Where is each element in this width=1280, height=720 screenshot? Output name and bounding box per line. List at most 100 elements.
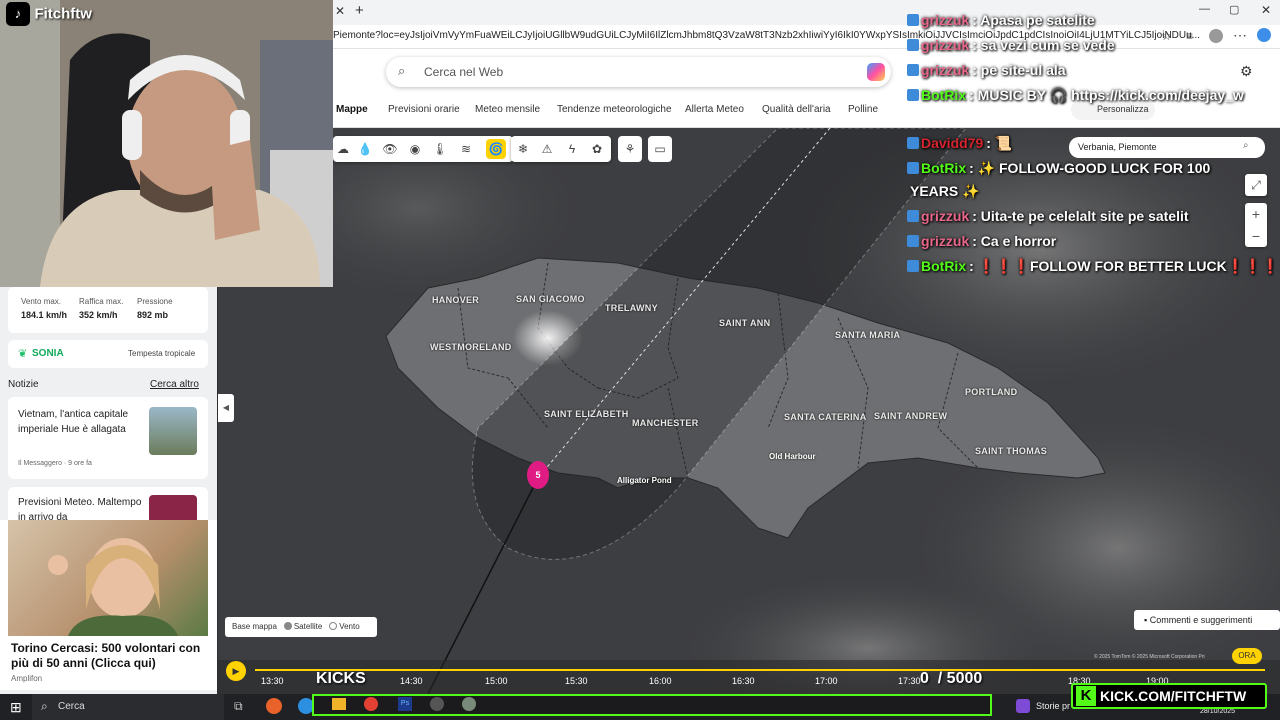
hurricane-icon[interactable]: 5	[527, 461, 549, 489]
close-window-icon[interactable]: ✕	[1261, 3, 1271, 17]
location-text: Verbania, Piemonte	[1078, 142, 1157, 152]
folder-icon[interactable]	[332, 698, 346, 710]
task-view-icon[interactable]: ⧉	[234, 699, 243, 714]
time-tick[interactable]: 15:00	[485, 676, 508, 686]
storm-name-card[interactable]: ❦ SONIA Tempesta tropicale	[8, 340, 208, 368]
time-tick[interactable]: 16:00	[649, 676, 672, 686]
snow-icon[interactable]: ❄	[513, 139, 533, 159]
user-badge-icon	[907, 162, 919, 174]
user-badge-icon	[907, 89, 919, 101]
location-search-icon[interactable]: ⌕	[1243, 140, 1249, 151]
tab-tendenze[interactable]: Tendenze meteorologiche	[557, 104, 672, 115]
tab-qualita-aria[interactable]: Qualità dell'aria	[762, 104, 831, 115]
tab-mappe[interactable]: Mappe	[336, 104, 368, 115]
comment-icon: ▭	[654, 142, 666, 156]
windows-start-icon[interactable]: ⊞	[10, 699, 22, 716]
time-tick[interactable]: 16:30	[732, 676, 755, 686]
radio-off-icon[interactable]	[328, 622, 337, 630]
tab-previsioni-orarie[interactable]: Previsioni orarie	[388, 104, 460, 115]
user-badge-icon	[907, 14, 919, 26]
pollen-icon[interactable]: ✿	[587, 139, 607, 159]
zoom-in-button[interactable]: +	[1245, 203, 1267, 225]
tab-allerta-meteo[interactable]: Allerta Meteo	[685, 104, 744, 115]
chat-username[interactable]: grizzuk	[921, 12, 969, 28]
zoom-out-button[interactable]: −	[1245, 225, 1267, 247]
time-tick[interactable]: 17:00	[815, 676, 838, 686]
news-widget-icon[interactable]	[1016, 699, 1030, 713]
chat-username[interactable]: BotRix	[921, 87, 966, 103]
news-more-link[interactable]: Cerca altro	[150, 379, 199, 390]
more-options-icon[interactable]: ⋯	[1233, 27, 1247, 44]
settings-gear-icon[interactable]: ⚙	[1240, 63, 1253, 80]
cloud-icon[interactable]: ☁	[333, 139, 353, 159]
profile-avatar[interactable]	[1209, 29, 1223, 43]
app-icon[interactable]	[462, 697, 476, 711]
alert-icon[interactable]: ⚠	[537, 139, 557, 159]
close-tab-icon[interactable]: ✕	[335, 4, 345, 18]
parish-label: TRELAWNY	[605, 303, 658, 313]
favorites-icon[interactable]: ≡	[1186, 29, 1193, 43]
chat-username[interactable]: Davidd79	[921, 135, 983, 151]
photoshop-icon[interactable]: Ps	[398, 697, 412, 711]
firefox-icon[interactable]	[266, 698, 282, 714]
copilot-icon[interactable]	[1257, 28, 1271, 42]
maximize-icon[interactable]: ▢	[1229, 3, 1239, 16]
minimize-icon[interactable]: —	[1199, 3, 1210, 15]
wind-icon[interactable]: ≋	[456, 139, 476, 159]
chat-username[interactable]: BotRix	[921, 160, 966, 176]
chrome-icon[interactable]	[364, 697, 378, 711]
time-tick[interactable]: 17:30	[898, 676, 921, 686]
chat-message: BotRix: MUSIC BY 🎧 https://kick.com/deej…	[907, 87, 1244, 104]
news-item[interactable]: Vietnam, l'antica capitale imperiale Hue…	[8, 397, 208, 479]
city-label: Alligator Pond	[617, 476, 672, 485]
time-tick[interactable]: 14:30	[400, 676, 423, 686]
user-badge-icon	[907, 39, 919, 51]
chat-username[interactable]: grizzuk	[921, 208, 969, 224]
satellite-option[interactable]: Satellite	[294, 622, 322, 631]
ora-button[interactable]: ORA	[1232, 648, 1262, 664]
search-input[interactable]: ⌕ Cerca nel Web	[386, 57, 891, 87]
fullscreen-icon[interactable]: ⤢	[1245, 174, 1267, 196]
chat-text: YEARS ✨	[910, 183, 980, 199]
chat-username[interactable]: grizzuk	[921, 233, 969, 249]
radio-on-icon[interactable]	[283, 622, 292, 630]
comment-button[interactable]: ▭	[648, 136, 672, 162]
storm-type: Tempesta tropicale	[128, 349, 196, 358]
obs-icon[interactable]	[430, 697, 444, 711]
panel-collapse-icon[interactable]: ◀	[218, 394, 234, 422]
visibility-icon[interactable]: 👁	[380, 139, 400, 159]
chat-username[interactable]: grizzuk	[921, 37, 969, 53]
webcam-feed	[0, 0, 333, 287]
pressure-icon[interactable]: ◉	[405, 139, 425, 159]
address-bar[interactable]: Piemonte?loc=eyJsIjoiVmVyYmFuaWEiLCJyIjo…	[333, 25, 1280, 49]
parish-label: HANOVER	[432, 295, 480, 305]
base-map-selector[interactable]: Base mappa Satellite Vento	[225, 617, 377, 637]
temperature-icon[interactable]: 🌡	[430, 139, 450, 159]
parish-label: MANCHESTER	[632, 418, 699, 428]
ad-card[interactable]: Torino Cercasi: 500 volontari con più di…	[0, 520, 217, 690]
lightning-icon[interactable]: ϟ	[562, 139, 582, 159]
precipitation-icon[interactable]: 💧	[355, 139, 375, 159]
copilot-logo-icon[interactable]	[867, 63, 885, 81]
play-icon[interactable]: ▶	[226, 661, 246, 681]
feedback-button[interactable]: ▪ Commenti e suggerimenti	[1134, 610, 1280, 630]
time-tick[interactable]: 13:30	[261, 676, 284, 686]
vento-option[interactable]: Vento	[339, 622, 359, 631]
agriculture-button[interactable]: ⚘	[618, 136, 642, 162]
chat-username[interactable]: grizzuk	[921, 62, 969, 78]
time-tick[interactable]: 15:30	[565, 676, 588, 686]
news-header: Notizie	[8, 379, 39, 390]
chat-message: BotRix: ❗❗❗FOLLOW FOR BETTER LUCK❗❗❗	[907, 258, 1279, 275]
chat-username[interactable]: BotRix	[921, 258, 966, 274]
news-widget-text[interactable]: Storie pr	[1036, 701, 1070, 711]
star-icon[interactable]: ☆	[1161, 29, 1172, 43]
hurricane-layer-icon[interactable]: 🌀	[486, 139, 506, 159]
location-search[interactable]: Verbania, Piemonte ⌕	[1069, 137, 1265, 158]
user-badge-icon	[907, 235, 919, 247]
tab-polline[interactable]: Polline	[848, 104, 878, 115]
tab-meteo-mensile[interactable]: Meteo mensile	[475, 104, 540, 115]
taskbar-search[interactable]: ⌕ Cerca	[32, 694, 224, 720]
timeline-track[interactable]	[255, 669, 1265, 671]
pressure-label: Pressione	[137, 297, 173, 306]
new-tab-icon[interactable]: +	[355, 2, 364, 19]
